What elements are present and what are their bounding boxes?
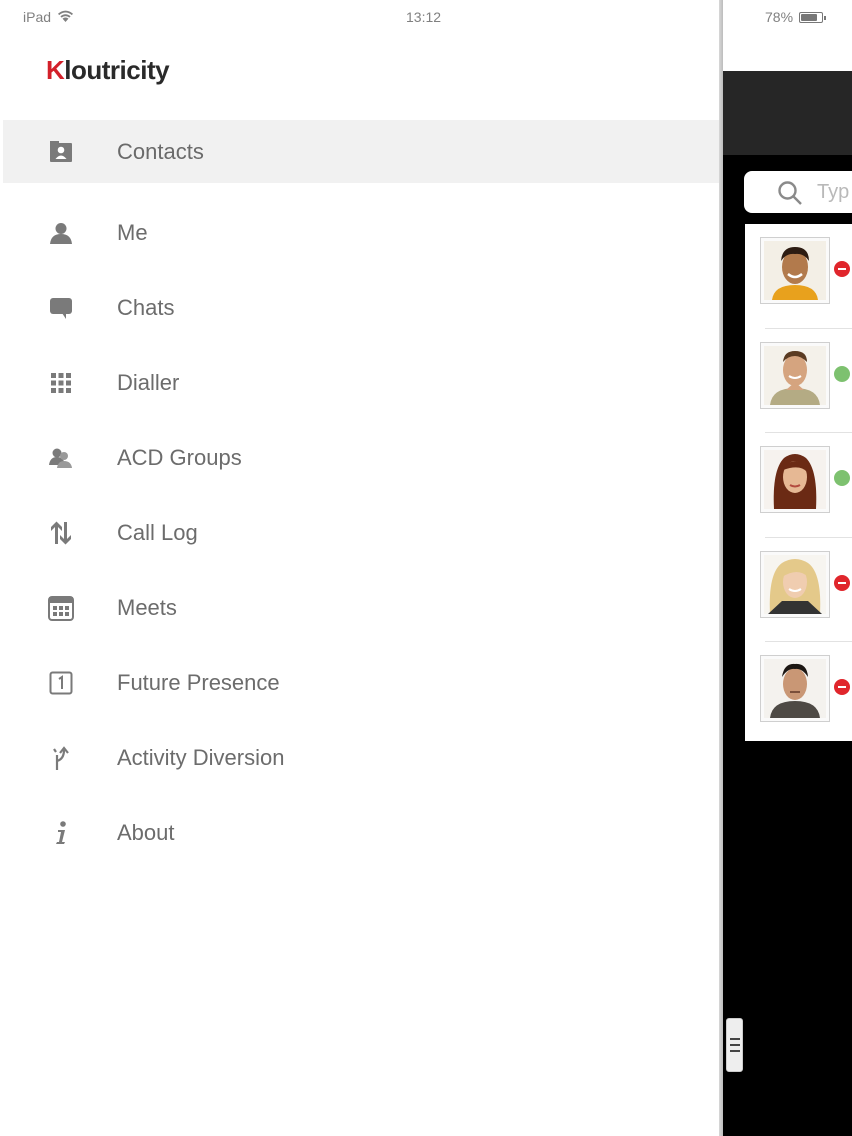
menu-item-activity-diversion[interactable]: Activity Diversion — [3, 720, 719, 795]
busy-status-icon — [834, 679, 850, 695]
menu-item-acd-groups[interactable]: ACD Groups — [3, 420, 719, 495]
menu-item-future-presence[interactable]: Future Presence — [3, 645, 719, 720]
menu-item-label: Me — [117, 219, 148, 245]
wifi-icon — [57, 9, 74, 25]
battery-icon — [799, 11, 827, 23]
menu-item-label: About — [117, 819, 175, 845]
keypad-icon — [48, 370, 74, 396]
group-icon — [48, 445, 74, 471]
menu-item-dialler[interactable]: Dialler — [3, 345, 719, 420]
panel-nav-bar — [723, 71, 852, 155]
contact-row[interactable] — [745, 642, 852, 747]
contact-search-input[interactable]: Typ — [744, 171, 852, 213]
busy-status-icon — [834, 574, 850, 591]
menu-item-label: Activity Diversion — [117, 744, 285, 770]
chat-bubble-icon — [48, 295, 74, 321]
clock: 13:12 — [406, 9, 442, 25]
status-bar: iPad 13:12 78% — [0, 0, 852, 34]
avatar — [760, 237, 830, 304]
avatar — [760, 446, 830, 513]
menu-item-call-log[interactable]: Call Log — [3, 495, 719, 570]
person-icon — [48, 220, 74, 246]
menu-item-label: ACD Groups — [117, 444, 242, 470]
contacts-panel: Typ — [723, 0, 852, 1136]
menu-item-meets[interactable]: Meets — [3, 570, 719, 645]
info-icon — [48, 820, 74, 846]
busy-status-icon — [834, 261, 850, 277]
menu-item-label: Call Log — [117, 519, 198, 545]
contact-row[interactable] — [745, 329, 852, 433]
drawer-handle[interactable] — [726, 1018, 743, 1072]
device-name: iPad — [23, 9, 52, 25]
menu-item-label: Dialler — [117, 369, 180, 395]
menu-item-label: Chats — [117, 294, 175, 320]
contacts-list — [745, 224, 852, 741]
calendar-day-icon — [48, 670, 74, 696]
menu-list: Contacts Me Chats Dialler ACD Groups Cal… — [3, 120, 719, 870]
calendar-grid-icon — [48, 595, 74, 621]
contact-row[interactable] — [745, 538, 852, 642]
contact-row[interactable] — [745, 433, 852, 538]
available-status-icon — [834, 470, 850, 486]
menu-item-me[interactable]: Me — [3, 195, 719, 270]
battery-percent: 78% — [765, 9, 794, 25]
menu-item-about[interactable]: About — [3, 795, 719, 870]
search-placeholder: Typ — [817, 181, 850, 203]
contacts-icon — [48, 139, 74, 165]
avatar — [760, 655, 830, 722]
avatar — [760, 341, 830, 409]
up-down-arrows-icon — [48, 520, 74, 546]
diversion-arrow-icon — [48, 745, 74, 771]
kloutricity-logo: Kloutricity — [46, 55, 170, 85]
menu-item-label: Contacts — [117, 138, 204, 164]
avatar — [760, 550, 830, 618]
available-status-icon — [834, 365, 850, 382]
menu-item-chats[interactable]: Chats — [3, 270, 719, 345]
menu-item-contacts[interactable]: Contacts — [3, 120, 719, 183]
menu-item-label: Meets — [117, 594, 177, 620]
contact-row[interactable] — [745, 224, 852, 329]
search-icon — [777, 180, 803, 211]
menu-item-label: Future Presence — [117, 669, 280, 695]
side-menu: Kloutricity Contacts Me Chats Dialler AC… — [0, 0, 721, 1136]
